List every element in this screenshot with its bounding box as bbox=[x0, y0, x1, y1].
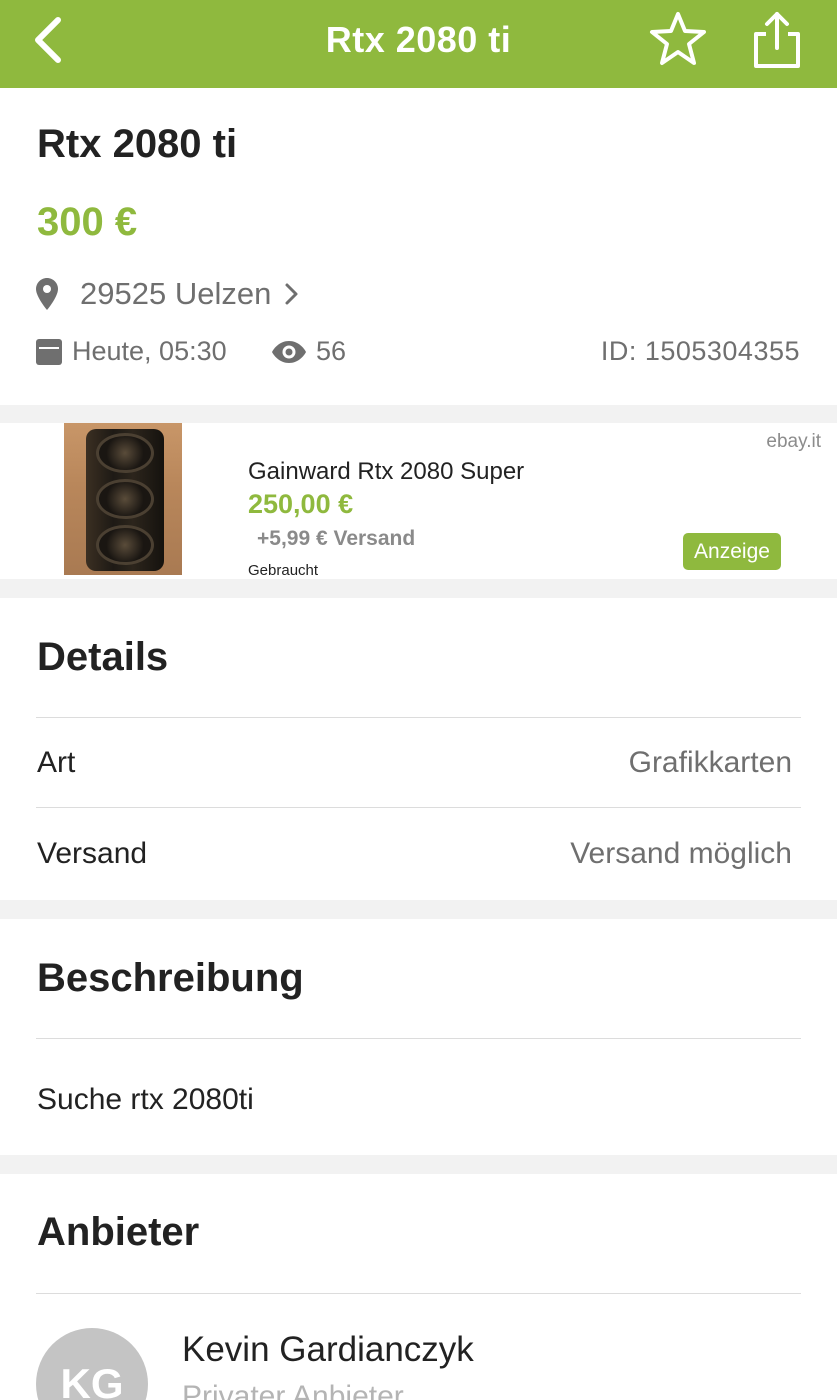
location-pin-icon bbox=[36, 278, 58, 310]
sponsored-shipping: +5,99 € Versand bbox=[257, 527, 416, 550]
description-text: Suche rtx 2080ti bbox=[37, 1083, 254, 1116]
ad-id: ID: 1505304355 bbox=[600, 336, 800, 366]
ad-price: 300 € bbox=[37, 200, 138, 244]
section-separator bbox=[0, 1155, 837, 1174]
location-link[interactable]: 29525 Uelzen bbox=[36, 274, 299, 314]
view-count: 56 bbox=[316, 336, 347, 366]
detail-row-label-versand: Versand bbox=[37, 837, 148, 870]
section-separator bbox=[0, 405, 837, 423]
sponsored-badge: Anzeige bbox=[683, 533, 781, 570]
section-separator bbox=[0, 900, 837, 919]
detail-row-label-art: Art bbox=[37, 746, 76, 779]
detail-row-value-art: Grafikkarten bbox=[628, 746, 792, 779]
divider bbox=[36, 1293, 801, 1294]
avatar[interactable]: KG bbox=[36, 1328, 148, 1400]
posted-date: Heute, 05:30 bbox=[72, 336, 227, 366]
sponsored-ad[interactable]: ebay.it Gainward Rtx 2080 Super 250,00 €… bbox=[0, 423, 837, 579]
share-icon[interactable] bbox=[752, 10, 802, 70]
star-outline-icon[interactable] bbox=[648, 10, 708, 68]
divider bbox=[36, 717, 801, 718]
calendar-icon bbox=[36, 339, 62, 365]
chevron-right-icon bbox=[285, 283, 298, 305]
section-separator bbox=[0, 579, 837, 598]
top-navigation-bar: Rtx 2080 ti bbox=[0, 0, 837, 88]
location-text: 29525 Uelzen bbox=[80, 276, 272, 311]
nav-title: Rtx 2080 ti bbox=[325, 19, 512, 60]
seller-name[interactable]: Kevin Gardianczyk bbox=[182, 1330, 474, 1370]
seller-heading: Anbieter bbox=[37, 1210, 200, 1254]
details-heading: Details bbox=[37, 635, 169, 679]
detail-row-value-versand: Versand möglich bbox=[570, 837, 792, 870]
sponsored-condition: Gebraucht bbox=[248, 562, 319, 579]
ad-meta-row: Heute, 05:30 56 ID: 1505304355 bbox=[36, 334, 800, 370]
sponsored-price: 250,00 € bbox=[248, 489, 354, 519]
sponsored-product-image bbox=[64, 423, 182, 575]
description-heading: Beschreibung bbox=[37, 956, 304, 1000]
eye-icon bbox=[272, 341, 306, 363]
divider bbox=[36, 1038, 801, 1039]
seller-type: Privater Anbieter bbox=[182, 1380, 404, 1400]
sponsored-title: Gainward Rtx 2080 Super bbox=[248, 458, 525, 485]
sponsored-source[interactable]: ebay.it bbox=[766, 431, 821, 453]
divider bbox=[36, 807, 801, 808]
ad-title: Rtx 2080 ti bbox=[37, 122, 238, 166]
